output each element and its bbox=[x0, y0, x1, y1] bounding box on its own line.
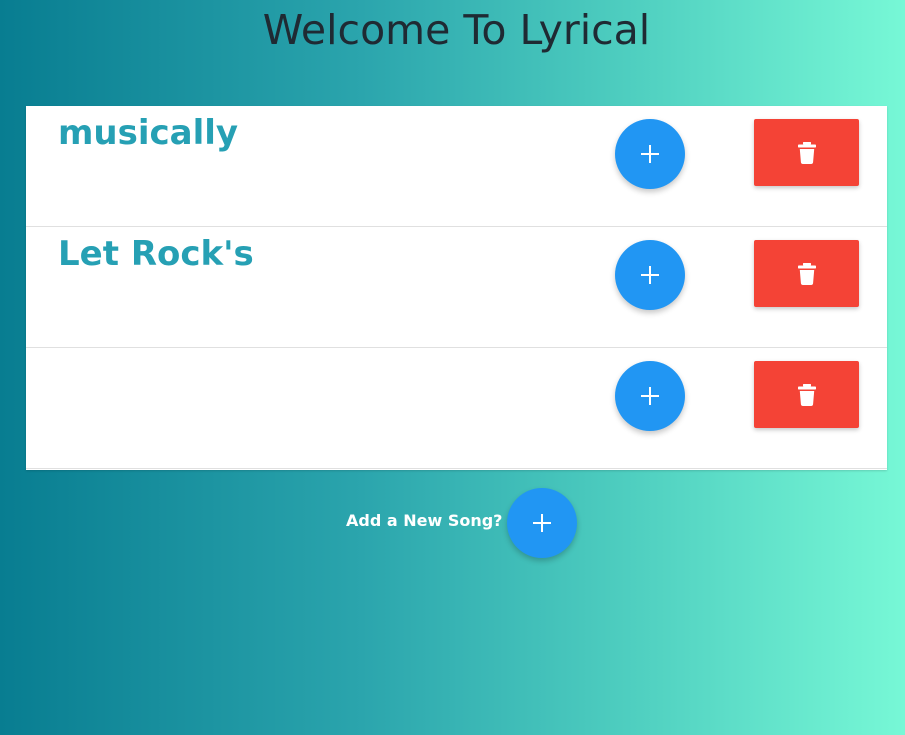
add-song-section: Add a New Song? bbox=[0, 488, 905, 558]
plus-icon bbox=[641, 387, 659, 405]
delete-song-button[interactable] bbox=[754, 240, 859, 307]
delete-song-button[interactable] bbox=[754, 361, 859, 428]
add-song-button[interactable] bbox=[507, 488, 577, 558]
add-lyric-button[interactable] bbox=[615, 240, 685, 310]
plus-icon bbox=[641, 145, 659, 163]
song-row bbox=[26, 348, 887, 469]
add-lyric-button[interactable] bbox=[615, 119, 685, 189]
song-list: musically Let Rock's bbox=[26, 106, 887, 470]
song-title[interactable]: Let Rock's bbox=[58, 233, 254, 275]
delete-song-button[interactable] bbox=[754, 119, 859, 186]
plus-icon bbox=[641, 266, 659, 284]
song-title[interactable]: musically bbox=[58, 112, 238, 154]
plus-icon bbox=[533, 514, 551, 532]
song-row: musically bbox=[26, 106, 887, 227]
trash-icon bbox=[797, 383, 816, 406]
trash-icon bbox=[797, 262, 816, 285]
song-row: Let Rock's bbox=[26, 227, 887, 348]
add-song-label: Add a New Song? bbox=[346, 511, 503, 530]
page-title: Welcome To Lyrical bbox=[262, 6, 651, 54]
trash-icon bbox=[797, 141, 816, 164]
add-lyric-button[interactable] bbox=[615, 361, 685, 431]
